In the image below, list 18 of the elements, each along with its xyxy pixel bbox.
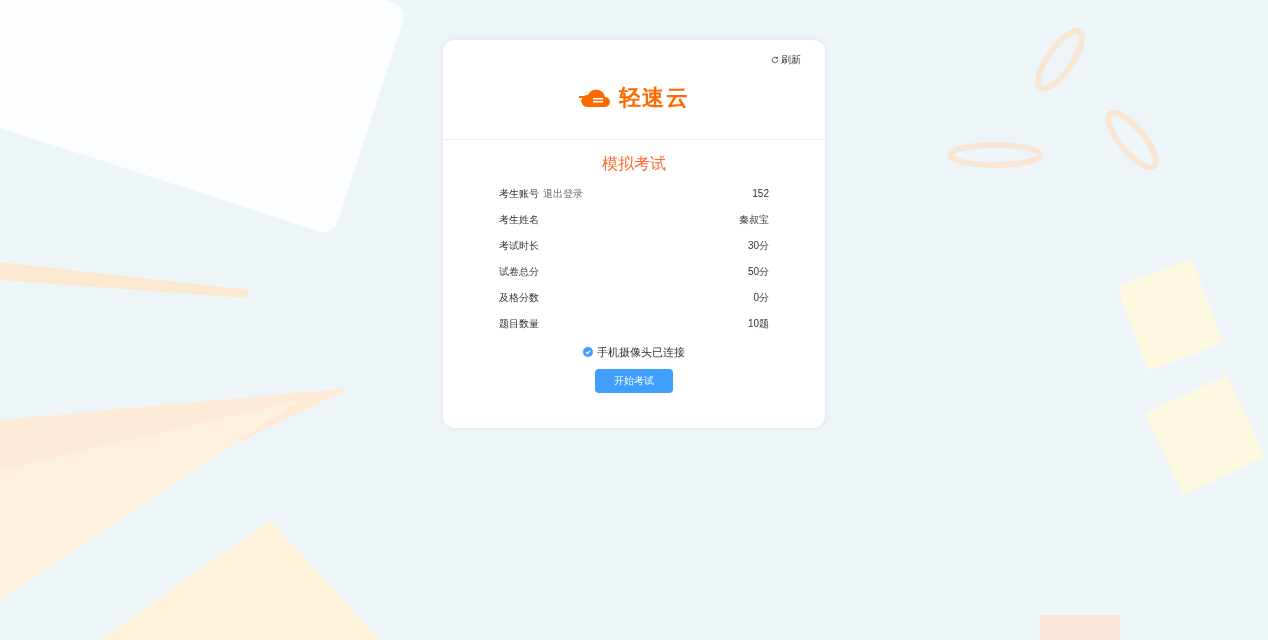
field-value: 10题 <box>747 316 769 331</box>
field-value: 30分 <box>747 238 769 253</box>
field-label: 试卷总分 <box>499 264 539 279</box>
field-label: 题目数量 <box>499 316 539 331</box>
field-label: 考生姓名 <box>499 212 539 227</box>
field-value: 0分 <box>753 290 769 305</box>
field-value: 152 <box>752 186 769 201</box>
field-value: 秦叔宝 <box>739 212 769 227</box>
brand-logo-text: 轻速云 <box>619 83 689 112</box>
field-value: 50分 <box>747 264 769 279</box>
page-title: 模拟考试 <box>601 154 667 174</box>
camera-status: 手机摄像头已连接 <box>597 345 685 360</box>
field-label: 及格分数 <box>499 290 539 305</box>
refresh-button[interactable]: 刷新 <box>771 52 801 67</box>
refresh-icon <box>771 55 779 64</box>
logout-link[interactable]: 退出登录 <box>543 185 583 201</box>
field-label: 考试时长 <box>499 238 539 253</box>
field-label: 考生账号 <box>499 186 539 201</box>
